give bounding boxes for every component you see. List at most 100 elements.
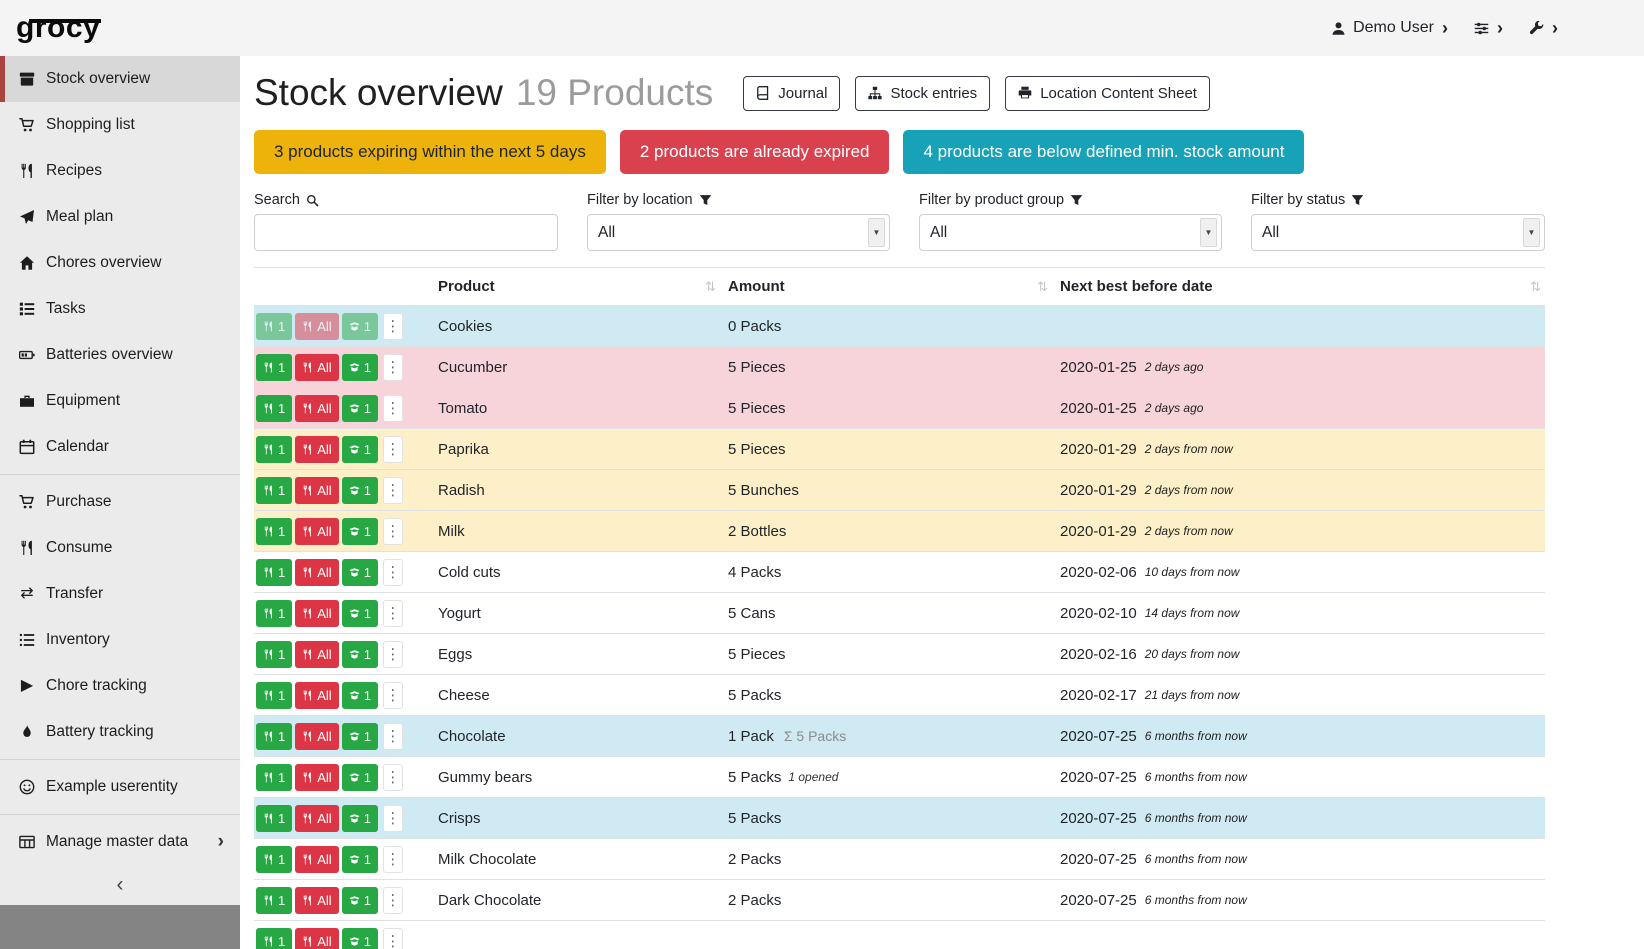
sidebar-item-shopping-list[interactable]: Shopping list — [0, 102, 240, 148]
banner-belowmin[interactable]: 4 products are below defined min. stock … — [903, 130, 1304, 174]
consume-all-button[interactable]: All — [295, 518, 338, 545]
consume-one-button[interactable]: 1 — [256, 518, 292, 545]
user-menu[interactable]: Demo User › — [1331, 19, 1448, 37]
consume-all-button[interactable]: All — [295, 600, 338, 627]
consume-one-button[interactable]: 1 — [256, 395, 292, 422]
open-one-button[interactable]: 1 — [342, 682, 378, 709]
consume-one-button[interactable]: 1 — [256, 641, 292, 668]
search-input[interactable] — [254, 214, 558, 251]
sidebar-item-calendar[interactable]: Calendar — [0, 424, 240, 470]
sidebar-item-manage-master-data[interactable]: Manage master data› — [0, 819, 240, 865]
consume-one-button[interactable]: 1 — [256, 313, 292, 340]
open-one-button[interactable]: 1 — [342, 805, 378, 832]
consume-one-button[interactable]: 1 — [256, 477, 292, 504]
banner-expiring[interactable]: 3 products expiring within the next 5 da… — [254, 130, 606, 174]
product-group-select[interactable]: All ▼ — [919, 214, 1222, 251]
consume-one-button[interactable]: 1 — [256, 600, 292, 627]
sidebar-item-batteries-overview[interactable]: Batteries overview — [0, 332, 240, 378]
consume-one-button[interactable]: 1 — [256, 846, 292, 873]
consume-all-button[interactable]: All — [295, 477, 338, 504]
row-menu-button[interactable]: ⋮ — [383, 928, 403, 949]
row-menu-button[interactable]: ⋮ — [383, 436, 403, 463]
row-menu-button[interactable]: ⋮ — [383, 395, 403, 422]
open-one-button[interactable]: 1 — [342, 477, 378, 504]
row-menu-button[interactable]: ⋮ — [383, 846, 403, 873]
consume-all-button[interactable]: All — [295, 559, 338, 586]
row-menu-button[interactable]: ⋮ — [383, 805, 403, 832]
location-content-sheet-button[interactable]: Location Content Sheet — [1005, 76, 1210, 111]
row-menu-button[interactable]: ⋮ — [383, 682, 403, 709]
row-menu-button[interactable]: ⋮ — [383, 600, 403, 627]
open-one-button[interactable]: 1 — [342, 723, 378, 750]
open-one-button[interactable]: 1 — [342, 395, 378, 422]
sidebar-item-inventory[interactable]: Inventory — [0, 617, 240, 663]
open-one-button[interactable]: 1 — [342, 600, 378, 627]
sidebar-item-chore-tracking[interactable]: ▶Chore tracking — [0, 663, 240, 709]
col-product[interactable]: Product ⇅ — [430, 268, 720, 305]
banner-expired[interactable]: 2 products are already expired — [620, 130, 890, 174]
consume-all-button[interactable]: All — [295, 887, 338, 914]
row-menu-button[interactable]: ⋮ — [383, 477, 403, 504]
consume-all-button[interactable]: All — [295, 436, 338, 463]
open-one-button[interactable]: 1 — [342, 313, 378, 340]
col-best-before[interactable]: Next best before date ⇅ — [1052, 268, 1545, 305]
sidebar-item-consume[interactable]: Consume — [0, 525, 240, 571]
sidebar-collapse-button[interactable]: ‹ — [0, 865, 240, 905]
open-one-button[interactable]: 1 — [342, 559, 378, 586]
settings-menu[interactable]: › — [1474, 19, 1503, 37]
open-one-button[interactable]: 1 — [342, 518, 378, 545]
consume-one-button[interactable]: 1 — [256, 436, 292, 463]
sidebar-item-recipes[interactable]: Recipes — [0, 148, 240, 194]
consume-all-button[interactable]: All — [295, 764, 338, 791]
consume-one-button[interactable]: 1 — [256, 764, 292, 791]
consume-all-button[interactable]: All — [295, 395, 338, 422]
stock-entries-button[interactable]: Stock entries — [855, 76, 990, 111]
row-menu-button[interactable]: ⋮ — [383, 641, 403, 668]
row-menu-button[interactable]: ⋮ — [383, 518, 403, 545]
consume-one-button[interactable]: 1 — [256, 805, 292, 832]
row-menu-button[interactable]: ⋮ — [383, 559, 403, 586]
consume-one-button[interactable]: 1 — [256, 887, 292, 914]
row-menu-button[interactable]: ⋮ — [383, 354, 403, 381]
status-select[interactable]: All ▼ — [1251, 214, 1545, 251]
open-one-button[interactable]: 1 — [342, 436, 378, 463]
consume-one-button[interactable]: 1 — [256, 354, 292, 381]
sidebar-item-equipment[interactable]: Equipment — [0, 378, 240, 424]
open-one-button[interactable]: 1 — [342, 641, 378, 668]
consume-all-button[interactable]: All — [295, 723, 338, 750]
row-menu-button[interactable]: ⋮ — [383, 887, 403, 914]
consume-one-button[interactable]: 1 — [256, 682, 292, 709]
consume-all-button[interactable]: All — [295, 805, 338, 832]
journal-button[interactable]: Journal — [743, 76, 840, 111]
open-one-button[interactable]: 1 — [342, 764, 378, 791]
open-one-button[interactable]: 1 — [342, 846, 378, 873]
consume-one-button[interactable]: 1 — [256, 928, 292, 949]
open-one-button[interactable]: 1 — [342, 887, 378, 914]
admin-menu[interactable]: › — [1529, 19, 1558, 37]
open-one-button[interactable]: 1 — [342, 354, 378, 381]
consume-all-button[interactable]: All — [295, 641, 338, 668]
consume-all-button[interactable]: All — [295, 354, 338, 381]
consume-all-button[interactable]: All — [295, 682, 338, 709]
row-menu-button[interactable]: ⋮ — [383, 764, 403, 791]
sidebar-item-transfer[interactable]: ⇄Transfer — [0, 571, 240, 617]
row-menu-button[interactable]: ⋮ — [383, 313, 403, 340]
sidebar-item-meal-plan[interactable]: Meal plan — [0, 194, 240, 240]
box-open-icon — [349, 485, 360, 496]
consume-all-button[interactable]: All — [295, 928, 338, 949]
consume-all-button[interactable]: All — [295, 846, 338, 873]
consume-all-button[interactable]: All — [295, 313, 338, 340]
sidebar-item-battery-tracking[interactable]: Battery tracking — [0, 709, 240, 755]
sidebar-item-example-userentity[interactable]: Example userentity — [0, 764, 240, 810]
consume-one-button[interactable]: 1 — [256, 723, 292, 750]
app-logo[interactable]: grocy — [16, 11, 100, 45]
sidebar-item-stock-overview[interactable]: Stock overview — [0, 56, 240, 102]
col-amount[interactable]: Amount ⇅ — [720, 268, 1052, 305]
open-one-button[interactable]: 1 — [342, 928, 378, 949]
sidebar-item-chores-overview[interactable]: Chores overview — [0, 240, 240, 286]
consume-one-button[interactable]: 1 — [256, 559, 292, 586]
row-menu-button[interactable]: ⋮ — [383, 723, 403, 750]
sidebar-item-tasks[interactable]: Tasks — [0, 286, 240, 332]
sidebar-item-purchase[interactable]: Purchase — [0, 479, 240, 525]
location-select[interactable]: All ▼ — [587, 214, 890, 251]
